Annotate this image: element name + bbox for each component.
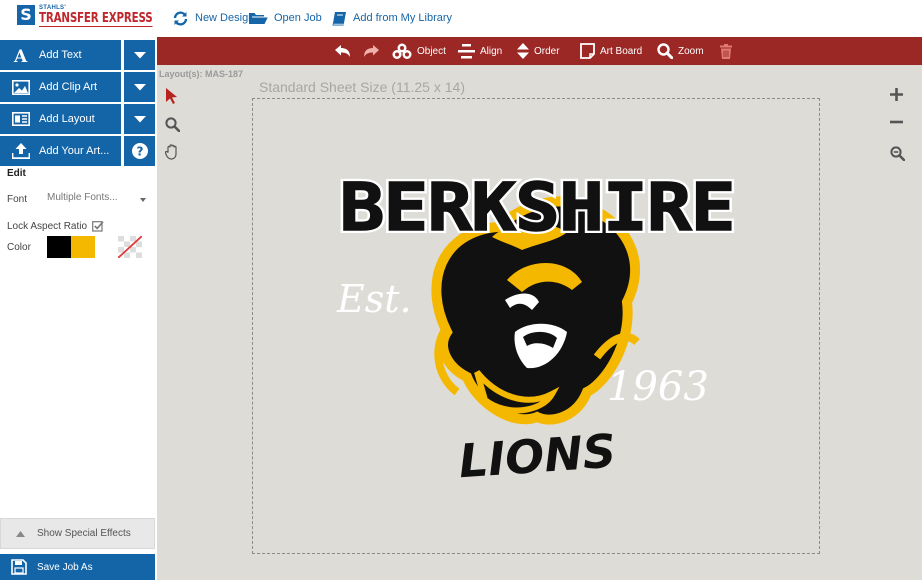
add-your-art-help[interactable]: ?	[124, 136, 155, 166]
add-your-art-label: Add Your Art...	[39, 145, 110, 157]
show-special-effects-label: Show Special Effects	[37, 528, 131, 539]
font-label: Font	[7, 194, 28, 205]
artboard-icon	[580, 43, 595, 59]
align-icon	[458, 43, 475, 58]
align-label: Align	[480, 45, 503, 57]
color-swatch-white[interactable]	[95, 236, 119, 258]
caret-down-icon	[133, 51, 146, 58]
show-special-effects-button[interactable]: Show Special Effects	[0, 518, 155, 549]
add-from-library-label: Add from My Library	[353, 12, 453, 24]
add-layout-label: Add Layout	[39, 113, 95, 125]
zoom-label: Zoom	[678, 45, 704, 57]
open-job-label: Open Job	[274, 12, 322, 24]
add-layout-button[interactable]: Add Layout	[0, 104, 121, 134]
svg-text:A: A	[13, 47, 28, 63]
font-select-value: Multiple Fonts...	[47, 192, 118, 203]
save-job-as-label: Save Job As	[37, 561, 93, 573]
left-sidebar: A Add Text Add Clip Art Add Layout Add Y…	[0, 37, 157, 580]
refresh-icon	[173, 10, 188, 26]
svg-text:?: ?	[136, 145, 143, 159]
new-design-label: New Design	[195, 12, 255, 24]
layout-icon	[12, 112, 30, 126]
new-design-button[interactable]: New Design	[172, 9, 254, 27]
lock-aspect-ratio-label: Lock Aspect Ratio	[7, 220, 88, 232]
align-menu[interactable]: Align	[458, 37, 502, 65]
add-your-art-row: Add Your Art... ?	[0, 136, 157, 166]
object-menu[interactable]: Object	[392, 37, 446, 65]
add-text-row: A Add Text	[0, 40, 157, 70]
upload-icon	[12, 143, 30, 159]
open-job-button[interactable]: Open Job	[249, 9, 322, 27]
artwork-subtitle: LIONS	[457, 424, 618, 487]
lock-aspect-ratio-checkbox[interactable]	[92, 220, 104, 232]
design-artwork[interactable]: BERKSHIRE BERKSHIRE Est. 1963 LIONS	[327, 132, 747, 487]
edit-section-title: Edit	[7, 168, 26, 179]
design-toolbar: Object Align Order Art Board Zoom	[157, 37, 922, 65]
order-icon	[517, 43, 529, 59]
add-clip-art-dropdown[interactable]	[124, 72, 155, 102]
undo-icon	[335, 44, 350, 57]
zoom-in-icon[interactable]	[890, 88, 903, 101]
object-label: Object	[417, 45, 446, 57]
save-icon	[11, 559, 27, 575]
caret-down-icon	[133, 115, 146, 122]
font-select[interactable]: Multiple Fonts...	[47, 192, 154, 209]
redo-button[interactable]	[363, 37, 384, 65]
artwork-title-outline: BERKSHIRE	[340, 169, 735, 246]
add-layout-row: Add Layout	[0, 104, 157, 134]
artwork-year: 1963	[607, 364, 709, 410]
sheet-size-label: Standard Sheet Size (11.25 x 14)	[259, 79, 465, 95]
artwork-est: Est.	[336, 277, 412, 321]
magnifier-icon[interactable]	[165, 117, 180, 132]
zoom-out-icon[interactable]	[890, 120, 903, 124]
brand-logo[interactable]: S STAHLS' TRANSFER EXPRESS	[17, 5, 153, 29]
caret-up-icon	[16, 530, 25, 537]
color-swatch-black[interactable]	[47, 236, 71, 258]
redo-icon	[364, 44, 379, 57]
art-board-menu[interactable]: Art Board	[580, 37, 642, 65]
add-text-dropdown[interactable]	[124, 40, 155, 70]
zoom-menu[interactable]: Zoom	[657, 37, 704, 65]
lock-aspect-ratio-row[interactable]: Lock Aspect Ratio	[7, 220, 104, 232]
help-icon: ?	[131, 143, 148, 159]
folder-open-icon	[249, 13, 268, 24]
art-board-label: Art Board	[600, 45, 643, 57]
add-text-button[interactable]: A Add Text	[0, 40, 121, 70]
add-clip-art-label: Add Clip Art	[39, 81, 98, 93]
add-text-label: Add Text	[39, 49, 82, 61]
color-label: Color	[7, 242, 31, 253]
image-icon	[12, 79, 30, 95]
logo-mark: S	[17, 5, 35, 25]
objects-icon	[392, 43, 412, 59]
pointer-icon[interactable]	[165, 88, 178, 104]
layout-label: Layout(s): MAS-187	[159, 69, 244, 79]
top-bar: S STAHLS' TRANSFER EXPRESS New Design Op…	[0, 0, 922, 36]
chevron-down-icon	[140, 198, 146, 202]
undo-button[interactable]	[335, 37, 356, 65]
color-swatch-none[interactable]	[118, 236, 142, 258]
add-layout-dropdown[interactable]	[124, 104, 155, 134]
add-clip-art-button[interactable]: Add Clip Art	[0, 72, 121, 102]
text-icon: A	[13, 47, 28, 63]
zoom-icon	[657, 43, 673, 59]
caret-down-icon	[133, 83, 146, 90]
trash-icon	[720, 43, 732, 59]
add-from-library-button[interactable]: Add from My Library	[332, 9, 452, 27]
zoom-fit-icon[interactable]	[890, 146, 905, 161]
order-menu[interactable]: Order	[517, 37, 560, 65]
order-label: Order	[534, 45, 560, 57]
logo-main-text: TRANSFER EXPRESS	[39, 11, 153, 27]
color-swatch-gold[interactable]	[71, 236, 95, 258]
add-your-art-button[interactable]: Add Your Art...	[0, 136, 121, 166]
book-icon	[332, 11, 346, 25]
design-workspace[interactable]: Object Align Order Art Board Zoom Layout…	[157, 37, 922, 580]
add-clip-art-row: Add Clip Art	[0, 72, 157, 102]
save-job-as-button[interactable]: Save Job As	[0, 554, 155, 580]
hand-icon[interactable]	[165, 144, 180, 160]
delete-button[interactable]	[720, 37, 737, 65]
